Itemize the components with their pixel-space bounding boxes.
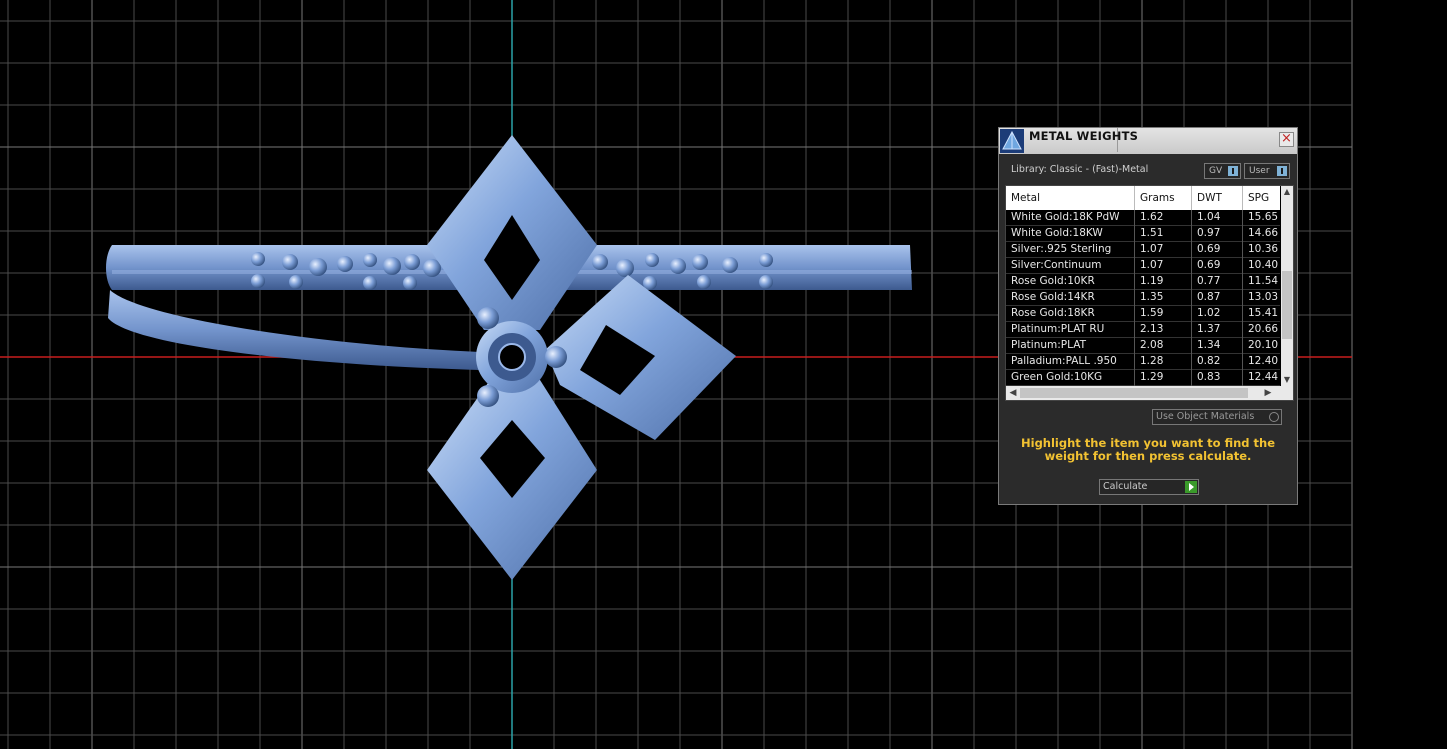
metal-weights-dialog[interactable]: METAL WEIGHTS × Library: Classic - (Fast… — [998, 127, 1298, 505]
spg-cell: 20.10 — [1248, 339, 1279, 351]
spg-cell: 14.66 — [1248, 227, 1279, 239]
metal-cell: Silver:.925 Sterling — [1006, 242, 1135, 258]
gv-toggle-button[interactable]: GV — [1204, 163, 1241, 179]
metal-cell: Rose Gold:18KR — [1006, 306, 1135, 322]
table-row[interactable]: White Gold:18KW 1.51 0.97 14.66 — [1006, 226, 1280, 242]
radio-toggle-icon — [1269, 412, 1279, 422]
metal-cell: White Gold:18K PdW — [1006, 210, 1135, 226]
grams-cell: 2.13 — [1135, 322, 1192, 338]
column-header-spg[interactable]: SPG — [1243, 186, 1280, 210]
table-row[interactable]: Rose Gold:14KR 1.35 0.87 13.03 — [1006, 290, 1280, 306]
instruction-text: Highlight the item you want to find the … — [1021, 436, 1275, 463]
table-row[interactable]: Silver:.925 Sterling 1.07 0.69 10.36 — [1006, 242, 1280, 258]
metal-cell: Rose Gold:14KR — [1006, 290, 1135, 306]
calculate-label: Calculate — [1103, 481, 1148, 492]
vertical-scroll-thumb[interactable] — [1282, 271, 1292, 339]
table-row[interactable]: Palladium:PALL .950 1.28 0.82 12.40 — [1006, 354, 1280, 370]
dialog-title-bar[interactable]: METAL WEIGHTS × — [999, 128, 1297, 154]
spg-cell: 15.41 — [1248, 307, 1279, 319]
spg-cell: 13.03 — [1248, 291, 1279, 303]
user-label: User — [1249, 166, 1270, 176]
metal-cell: Platinum:PLAT RU — [1006, 322, 1135, 338]
grams-cell: 2.08 — [1135, 338, 1192, 354]
metal-cell: Rose Gold:10KR — [1006, 274, 1135, 290]
dwt-cell: 0.83 — [1192, 370, 1243, 386]
table-header: Metal Grams DWT SPG — [1006, 186, 1280, 210]
dialog-title: METAL WEIGHTS — [1029, 129, 1139, 143]
metal-cell: White Gold:18KW — [1006, 226, 1135, 242]
grams-cell: 1.07 — [1135, 242, 1192, 258]
table-body[interactable]: White Gold:18K PdW 1.62 1.04 15.65 White… — [1006, 210, 1280, 386]
dwt-cell: 0.82 — [1192, 354, 1243, 370]
dwt-cell: 1.37 — [1192, 322, 1243, 338]
scroll-left-icon[interactable]: ◀ — [1006, 386, 1020, 400]
scroll-down-icon[interactable]: ▼ — [1281, 374, 1293, 386]
close-icon[interactable]: × — [1279, 132, 1294, 147]
grams-cell: 1.62 — [1135, 210, 1192, 226]
info-toggle-icon — [1277, 166, 1287, 176]
dwt-cell: 0.69 — [1192, 242, 1243, 258]
horizontal-scroll-thumb[interactable] — [1020, 388, 1248, 398]
dwt-cell: 1.02 — [1192, 306, 1243, 322]
scroll-up-icon[interactable]: ▲ — [1281, 186, 1293, 198]
column-header-metal[interactable]: Metal — [1006, 186, 1135, 210]
metal-cell: Platinum:PLAT — [1006, 338, 1135, 354]
grams-cell: 1.51 — [1135, 226, 1192, 242]
metal-weights-table[interactable]: Metal Grams DWT SPG White Gold:18K PdW 1… — [1005, 185, 1294, 401]
column-header-grams[interactable]: Grams — [1135, 186, 1192, 210]
spg-cell: 15.65 — [1248, 211, 1279, 223]
gv-label: GV — [1209, 166, 1223, 176]
app-logo-icon — [1000, 129, 1024, 153]
dwt-cell: 0.97 — [1192, 226, 1243, 242]
spg-cell: 12.44 — [1248, 371, 1279, 383]
metal-cell: Palladium:PALL .950 — [1006, 354, 1135, 370]
grams-cell: 1.19 — [1135, 274, 1192, 290]
spg-cell: 12.40 — [1248, 355, 1279, 367]
table-row[interactable]: Silver:Continuum 1.07 0.69 10.40 — [1006, 258, 1280, 274]
spg-cell: 10.36 — [1248, 243, 1279, 255]
user-toggle-button[interactable]: User — [1244, 163, 1290, 179]
dwt-cell: 0.69 — [1192, 258, 1243, 274]
play-arrow-icon — [1185, 481, 1197, 493]
dwt-cell: 0.87 — [1192, 290, 1243, 306]
library-label: Library: Classic - (Fast)-Metal — [1011, 164, 1149, 175]
dwt-cell: 1.34 — [1192, 338, 1243, 354]
table-row[interactable]: Rose Gold:18KR 1.59 1.02 15.41 — [1006, 306, 1280, 322]
table-row[interactable]: Rose Gold:10KR 1.19 0.77 11.54 — [1006, 274, 1280, 290]
scroll-right-icon[interactable]: ▶ — [1261, 386, 1275, 400]
horizontal-scrollbar[interactable]: ◀ ▶ — [1006, 386, 1293, 400]
column-header-dwt[interactable]: DWT — [1192, 186, 1243, 210]
use-object-materials-label: Use Object Materials — [1156, 411, 1255, 422]
info-toggle-icon — [1228, 166, 1238, 176]
metal-cell: Silver:Continuum — [1006, 258, 1135, 274]
grams-cell: 1.07 — [1135, 258, 1192, 274]
use-object-materials-toggle[interactable]: Use Object Materials — [1152, 409, 1282, 425]
table-row[interactable]: White Gold:18K PdW 1.62 1.04 15.65 — [1006, 210, 1280, 226]
dwt-cell: 1.04 — [1192, 210, 1243, 226]
spg-cell: 20.66 — [1248, 323, 1279, 335]
metal-cell: Green Gold:10KG — [1006, 370, 1135, 386]
spg-cell: 11.54 — [1248, 275, 1279, 287]
grams-cell: 1.59 — [1135, 306, 1192, 322]
grams-cell: 1.28 — [1135, 354, 1192, 370]
table-row[interactable]: Platinum:PLAT 2.08 1.34 20.10 — [1006, 338, 1280, 354]
calculate-button[interactable]: Calculate — [1099, 479, 1199, 495]
grams-cell: 1.35 — [1135, 290, 1192, 306]
grams-cell: 1.29 — [1135, 370, 1192, 386]
table-row[interactable]: Platinum:PLAT RU 2.13 1.37 20.66 — [1006, 322, 1280, 338]
vertical-scrollbar[interactable]: ▲ ▼ — [1281, 186, 1293, 386]
table-row[interactable]: Green Gold:10KG 1.29 0.83 12.44 — [1006, 370, 1280, 386]
spg-cell: 10.40 — [1248, 259, 1279, 271]
dwt-cell: 0.77 — [1192, 274, 1243, 290]
